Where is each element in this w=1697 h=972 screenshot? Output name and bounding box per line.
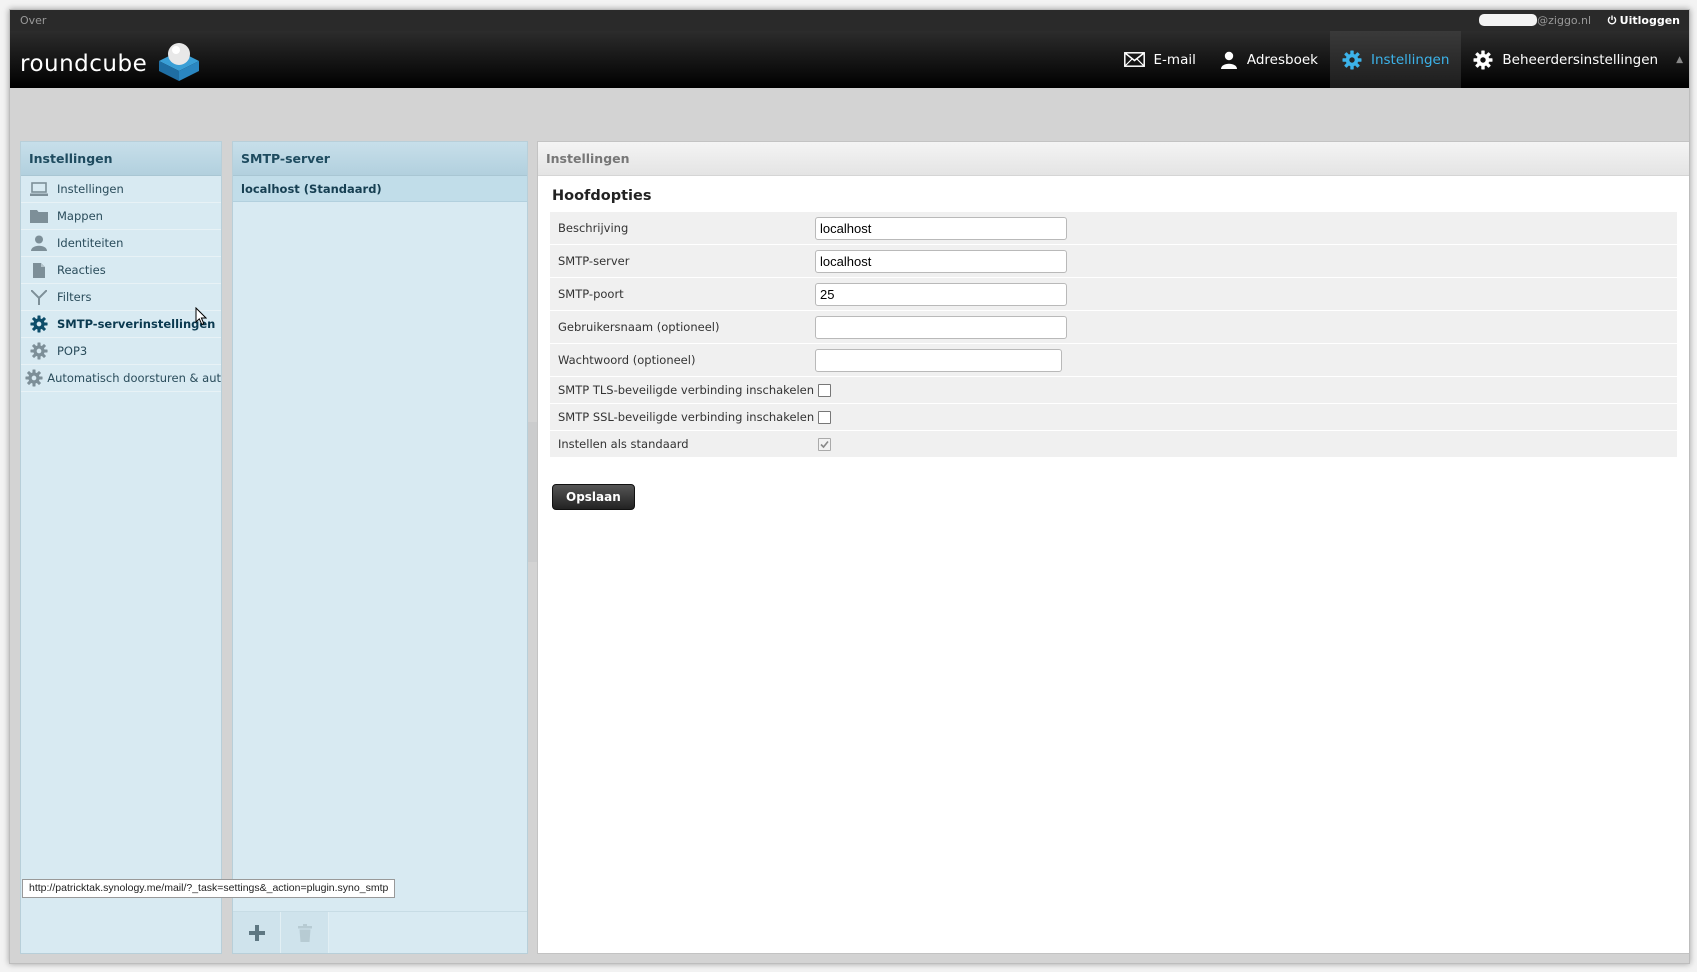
settings-item-smtp[interactable]: SMTP-serverinstellingen	[21, 311, 221, 338]
checkmark-icon	[820, 440, 829, 449]
checkbox-label: Instellen als standaard	[558, 437, 689, 451]
redacted-mask	[1479, 14, 1538, 26]
settings-item-label: SMTP-serverinstellingen	[57, 317, 216, 331]
settings-item-label: Automatisch doorsturen & aut	[47, 371, 221, 385]
field-row-username: Gebruikersnaam (optioneel)	[550, 311, 1677, 344]
save-button[interactable]: Opslaan	[552, 484, 635, 510]
settings-form-panel: Instellingen Hoofdopties Beschrijving SM…	[537, 141, 1689, 954]
user-email-suffix: @ziggo.nl	[1537, 14, 1591, 27]
checkbox-row-tls: SMTP TLS-beveiligde verbinding inschakel…	[550, 377, 1677, 404]
nav-scroll-button[interactable]: ▲	[1670, 31, 1689, 88]
smtp-server-panel: SMTP-server localhost (Standaard)	[232, 141, 528, 954]
smtp-server-input[interactable]	[815, 250, 1067, 273]
field-row-smtp-port: SMTP-poort	[550, 278, 1677, 311]
settings-item-reacties[interactable]: Reacties	[21, 257, 221, 284]
nav-admin-settings[interactable]: Beheerdersinstellingen	[1461, 31, 1670, 88]
settings-item-label: POP3	[57, 344, 88, 358]
field-label: Beschrijving	[558, 221, 629, 235]
settings-item-label: Identiteiten	[57, 236, 124, 250]
settings-item-autoforward[interactable]: Automatisch doorsturen & aut	[21, 365, 221, 392]
status-url-bar: http://patricktak.synology.me/mail/?_tas…	[22, 879, 396, 898]
top-bar: Over @ziggo.nl Uitloggen	[10, 10, 1689, 31]
nav-settings[interactable]: Instellingen	[1329, 31, 1462, 88]
gear-icon	[25, 369, 43, 387]
field-label: SMTP-poort	[558, 287, 624, 301]
checkbox-row-default: Instellen als standaard	[550, 431, 1677, 458]
settings-item-filters[interactable]: Filters	[21, 284, 221, 311]
username-input[interactable]	[815, 316, 1067, 339]
computer-icon	[30, 181, 48, 196]
envelope-icon	[1123, 52, 1145, 67]
gear-icon	[30, 315, 48, 333]
person-icon	[31, 235, 47, 251]
smtp-port-input[interactable]	[815, 283, 1067, 306]
settings-item-pop3[interactable]: POP3	[21, 338, 221, 365]
settings-item-instellingen[interactable]: Instellingen	[21, 176, 221, 203]
field-row-smtp-server: SMTP-server	[550, 245, 1677, 278]
nav-addressbook[interactable]: Adresboek	[1208, 31, 1330, 88]
about-link[interactable]: Over	[20, 14, 46, 27]
checkbox-label: SMTP TLS-beveiligde verbinding inschakel…	[558, 383, 815, 397]
app-window: Over @ziggo.nl Uitloggen roundcube E-mai…	[9, 9, 1690, 964]
person-icon	[1220, 51, 1237, 69]
smtp-server-footer	[233, 911, 527, 953]
gear-icon	[1473, 50, 1493, 69]
smtp-server-item[interactable]: localhost (Standaard)	[233, 176, 527, 202]
header: roundcube E-mail Adresboek Instellingen	[10, 31, 1689, 88]
field-label: SMTP-server	[558, 254, 630, 268]
settings-item-mappen[interactable]: Mappen	[21, 203, 221, 230]
settings-item-label: Reacties	[57, 263, 106, 277]
section-title: Hoofdopties	[552, 188, 652, 204]
gear-icon	[30, 342, 48, 360]
roundcube-cube-icon	[159, 43, 199, 81]
ssl-checkbox[interactable]	[818, 411, 831, 424]
add-server-button[interactable]	[233, 912, 281, 953]
user-email: @ziggo.nl	[1479, 14, 1591, 27]
smtp-server-title: SMTP-server	[233, 142, 527, 176]
logout-button[interactable]: Uitloggen	[1607, 14, 1680, 27]
nav-email[interactable]: E-mail	[1112, 31, 1208, 88]
logout-label: Uitloggen	[1619, 14, 1680, 27]
gear-icon	[1342, 50, 1362, 69]
folder-icon	[30, 210, 48, 223]
field-label: Gebruikersnaam (optioneel)	[558, 320, 720, 334]
delete-server-button[interactable]	[281, 912, 329, 953]
tls-checkbox[interactable]	[818, 384, 831, 397]
filter-icon	[31, 289, 47, 305]
settings-item-label: Filters	[57, 290, 92, 304]
plus-icon	[248, 925, 265, 941]
settings-item-label: Mappen	[57, 209, 103, 223]
settings-item-label: Instellingen	[57, 182, 124, 196]
settings-nav-title: Instellingen	[21, 142, 221, 176]
nav-settings-label: Instellingen	[1370, 51, 1450, 68]
field-row-description: Beschrijving	[550, 212, 1677, 245]
password-input[interactable]	[815, 349, 1062, 372]
logo-text: roundcube	[20, 51, 148, 77]
document-icon	[33, 262, 45, 278]
field-label: Wachtwoord (optioneel)	[558, 353, 696, 367]
description-input[interactable]	[815, 217, 1067, 240]
trash-icon	[297, 924, 312, 942]
power-icon	[1607, 15, 1616, 25]
nav-addressbook-label: Adresboek	[1246, 51, 1318, 68]
checkbox-label: SMTP SSL-beveiligde verbinding inschakel…	[558, 410, 815, 424]
mouse-cursor-icon	[195, 307, 207, 326]
checkbox-row-ssl: SMTP SSL-beveiligde verbinding inschakel…	[550, 404, 1677, 431]
settings-form: Hoofdopties Beschrijving SMTP-server SMT…	[550, 176, 1677, 510]
field-row-password: Wachtwoord (optioneel)	[550, 344, 1677, 377]
smtp-server-list: localhost (Standaard)	[233, 176, 527, 202]
nav-email-label: E-mail	[1153, 51, 1196, 68]
chevron-up-icon: ▲	[1676, 54, 1683, 65]
nav-admin-settings-label: Beheerdersinstellingen	[1502, 51, 1659, 68]
main-nav: E-mail Adresboek Instellingen Beheerders…	[1112, 31, 1689, 88]
default-checkbox[interactable]	[818, 438, 831, 451]
form-panel-title: Instellingen	[538, 142, 1689, 176]
settings-nav-list: Instellingen Mappen Identiteiten Reactie…	[21, 176, 221, 392]
settings-item-identiteiten[interactable]: Identiteiten	[21, 230, 221, 257]
settings-nav-panel: Instellingen Instellingen Mappen Identit…	[20, 141, 222, 954]
